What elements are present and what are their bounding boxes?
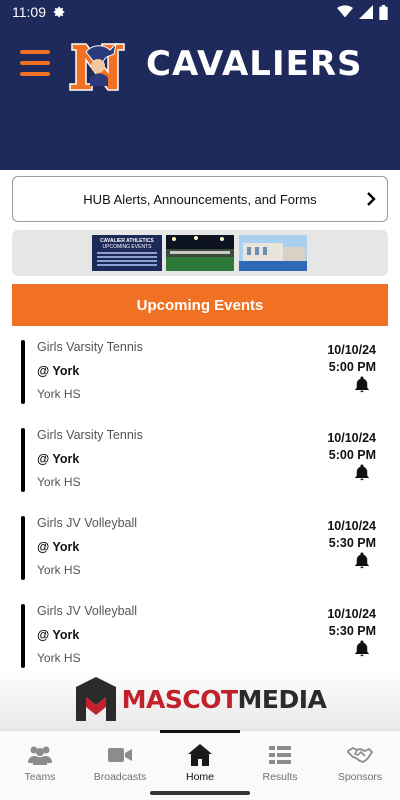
event-location: York HS bbox=[37, 475, 81, 489]
sponsor-name-part1: MASCOT bbox=[121, 684, 238, 714]
upcoming-events-header: Upcoming Events bbox=[12, 284, 388, 326]
event-name: Girls JV Volleyball bbox=[37, 604, 138, 618]
mascot-media-logo-icon bbox=[75, 677, 116, 721]
event-opponent: @ York bbox=[37, 364, 80, 378]
event-accent-bar bbox=[21, 604, 25, 668]
app-header: CAVALIERS bbox=[0, 24, 400, 170]
tab-teams[interactable]: Teams bbox=[0, 731, 80, 786]
team-icon bbox=[28, 746, 52, 765]
home-icon bbox=[188, 744, 212, 766]
bell-icon[interactable] bbox=[353, 463, 371, 481]
bell-icon[interactable] bbox=[353, 639, 371, 657]
team-title: CAVALIERS bbox=[146, 44, 363, 84]
event-list: Girls Varsity Tennis @ York York HS 10/1… bbox=[0, 330, 400, 670]
wifi-icon bbox=[337, 5, 353, 18]
event-list-item[interactable]: Girls Varsity Tennis @ York York HS 10/1… bbox=[0, 330, 400, 418]
hub-alerts-button[interactable]: HUB Alerts, Announcements, and Forms bbox=[12, 176, 388, 222]
status-time: 11:09 bbox=[12, 4, 46, 20]
results-list-icon bbox=[269, 746, 291, 764]
status-icons bbox=[337, 4, 388, 20]
bottom-tab-bar: Teams Broadcasts Home Results Sponsors bbox=[0, 730, 400, 786]
school-building-photo[interactable] bbox=[239, 235, 307, 271]
tab-label: Sponsors bbox=[337, 771, 383, 783]
hamburger-menu-icon[interactable] bbox=[20, 50, 50, 76]
event-time: 5:30 PM bbox=[328, 536, 376, 550]
app-screen: 11:09 CAVALIERS HUB Alerts, Announcement… bbox=[0, 0, 400, 800]
video-camera-icon bbox=[108, 748, 132, 762]
event-accent-bar bbox=[21, 340, 25, 404]
settings-gear-icon bbox=[53, 6, 65, 18]
event-time: 5:00 PM bbox=[328, 448, 376, 462]
tab-sponsors[interactable]: Sponsors bbox=[320, 731, 400, 786]
cavaliers-logo bbox=[69, 42, 125, 91]
hub-alerts-label: HUB Alerts, Announcements, and Forms bbox=[83, 191, 317, 207]
event-name: Girls Varsity Tennis bbox=[37, 428, 143, 442]
handshake-icon bbox=[347, 747, 373, 763]
tab-label: Home bbox=[185, 771, 214, 783]
gesture-pill[interactable] bbox=[150, 791, 250, 795]
event-name: Girls JV Volleyball bbox=[37, 516, 138, 530]
bell-icon[interactable] bbox=[353, 551, 371, 569]
event-list-item[interactable]: Girls Varsity Tennis @ York York HS 10/1… bbox=[0, 418, 400, 506]
event-name: Girls Varsity Tennis bbox=[37, 340, 143, 354]
event-date: 10/10/24 bbox=[327, 607, 376, 621]
active-tab-indicator bbox=[160, 730, 240, 733]
event-location: York HS bbox=[37, 563, 81, 577]
event-accent-bar bbox=[21, 428, 25, 492]
event-time: 5:30 PM bbox=[328, 624, 376, 638]
tab-label: Results bbox=[262, 771, 298, 783]
tab-label: Broadcasts bbox=[93, 771, 147, 783]
event-date: 10/10/24 bbox=[327, 343, 376, 357]
bell-icon[interactable] bbox=[353, 375, 371, 393]
event-opponent: @ York bbox=[37, 452, 80, 466]
sponsor-banner[interactable]: MASCOT MEDIA bbox=[0, 668, 400, 730]
promo-image-strip: CAVALIER ATHLETICS UPCOMING EVENTS bbox=[12, 230, 388, 276]
battery-icon bbox=[379, 4, 388, 20]
event-location: York HS bbox=[37, 651, 81, 665]
event-opponent: @ York bbox=[37, 628, 80, 642]
system-gesture-bar bbox=[0, 786, 400, 800]
upcoming-events-title: Upcoming Events bbox=[136, 296, 264, 314]
upcoming-events-promo-image[interactable]: CAVALIER ATHLETICS UPCOMING EVENTS bbox=[92, 235, 162, 271]
chevron-right-icon bbox=[367, 192, 376, 206]
event-time: 5:00 PM bbox=[328, 360, 376, 374]
sponsor-name-part2: MEDIA bbox=[237, 684, 327, 714]
event-opponent: @ York bbox=[37, 540, 80, 554]
tab-results[interactable]: Results bbox=[240, 731, 320, 786]
promo-thumb-subtitle: UPCOMING EVENTS bbox=[102, 244, 152, 250]
cell-signal-icon bbox=[359, 5, 373, 19]
event-list-item[interactable]: Girls JV Volleyball @ York York HS 10/10… bbox=[0, 594, 400, 670]
event-location: York HS bbox=[37, 387, 81, 401]
event-accent-bar bbox=[21, 516, 25, 580]
status-bar: 11:09 bbox=[0, 0, 400, 24]
tab-label: Teams bbox=[24, 771, 56, 783]
tab-home[interactable]: Home bbox=[160, 730, 240, 786]
stadium-photo[interactable] bbox=[166, 235, 234, 271]
tab-broadcasts[interactable]: Broadcasts bbox=[80, 731, 160, 786]
event-date: 10/10/24 bbox=[327, 519, 376, 533]
event-date: 10/10/24 bbox=[327, 431, 376, 445]
event-list-item[interactable]: Girls JV Volleyball @ York York HS 10/10… bbox=[0, 506, 400, 594]
